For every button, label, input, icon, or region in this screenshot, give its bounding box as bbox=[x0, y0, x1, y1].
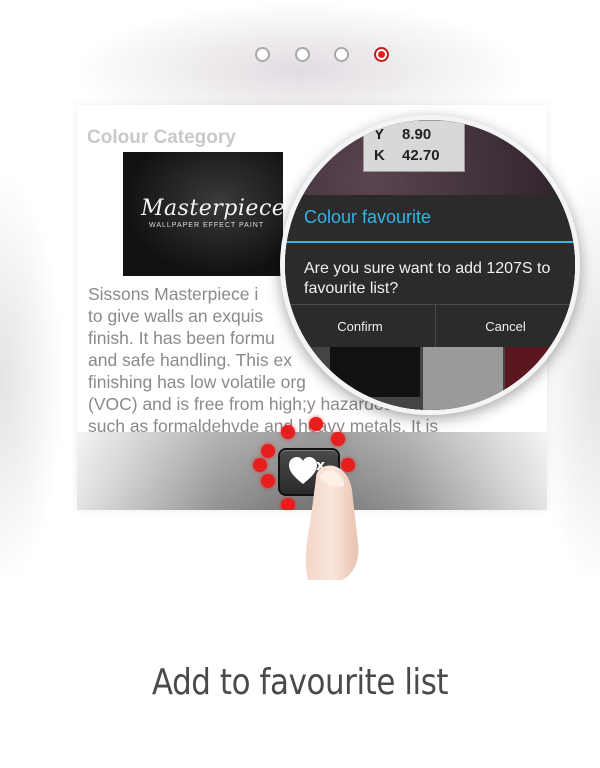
dialog-title: Colour favourite bbox=[304, 207, 432, 227]
cmyk-label: Y bbox=[374, 126, 385, 143]
colour-favourite-dialog: Colour favourite Are you sure want to ad… bbox=[285, 195, 575, 348]
page-dot-4-active[interactable] bbox=[374, 47, 389, 62]
tap-indicator-dot bbox=[261, 444, 275, 458]
magnified-thumbnails bbox=[285, 347, 575, 410]
page-dot-3[interactable] bbox=[334, 47, 349, 62]
page-dot-2[interactable] bbox=[295, 47, 310, 62]
page-dot-1[interactable] bbox=[255, 47, 270, 62]
dialog-button-row: Confirm Cancel bbox=[285, 304, 575, 348]
caption: Add to favourite list bbox=[151, 662, 449, 703]
tap-indicator-dot bbox=[331, 432, 345, 446]
cancel-button[interactable]: Cancel bbox=[436, 305, 575, 348]
tap-indicator-dot bbox=[281, 425, 295, 439]
cmyk-label: K bbox=[374, 147, 385, 164]
tap-indicator-dot bbox=[309, 417, 323, 431]
dialog-message: Are you sure want to add 1207S to favour… bbox=[304, 259, 574, 299]
thumbnail-red bbox=[505, 347, 575, 410]
confirm-button[interactable]: Confirm bbox=[285, 305, 436, 348]
page-indicator bbox=[255, 47, 395, 67]
thumbnail-dark bbox=[330, 347, 420, 397]
dialog-divider bbox=[285, 241, 575, 243]
cmyk-row: Y 8.90 bbox=[374, 126, 431, 143]
cmyk-values-box: Y 8.90 K 42.70 bbox=[363, 120, 465, 172]
card-title: Colour Category bbox=[87, 127, 236, 148]
product-tagline: WALLPAPER EFFECT PAINT bbox=[149, 222, 265, 229]
tap-indicator-dot bbox=[261, 474, 275, 488]
dialog-message-line: favourite list? bbox=[304, 280, 399, 297]
product-image: Masterpiece WALLPAPER EFFECT PAINT bbox=[123, 152, 286, 276]
cmyk-value: 8.90 bbox=[402, 126, 432, 143]
cmyk-row: K 42.70 bbox=[374, 147, 440, 164]
tap-indicator-dot bbox=[253, 458, 267, 472]
dialog-message-line: Are you sure want to add 1207S to bbox=[304, 260, 551, 277]
pointing-finger-icon bbox=[305, 465, 359, 580]
tap-indicator-dot bbox=[281, 498, 295, 510]
thumbnail-gray bbox=[423, 347, 503, 410]
magnifier-lens: Y 8.90 K 42.70 Colour favourite Are you … bbox=[280, 115, 580, 415]
product-brand: Masterpiece bbox=[141, 196, 286, 221]
cmyk-value: 42.70 bbox=[402, 147, 440, 164]
